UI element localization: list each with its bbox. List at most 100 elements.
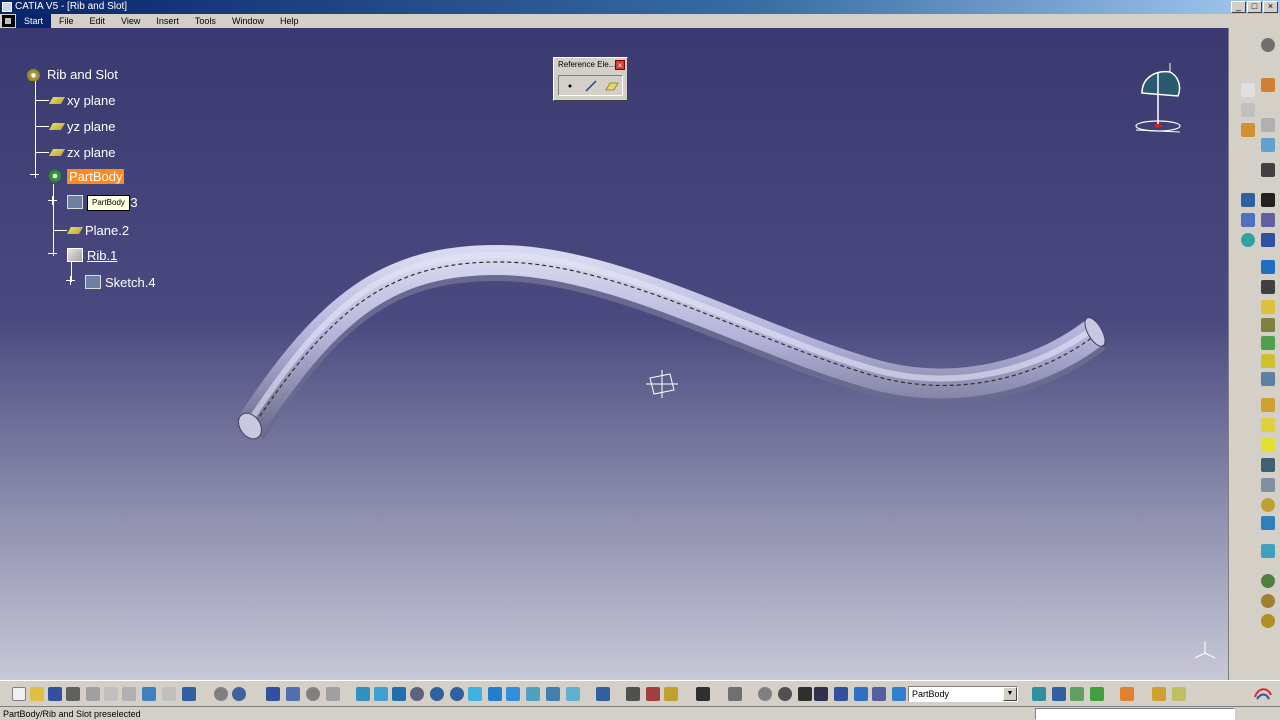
plane-tool-button[interactable]	[604, 78, 620, 94]
fly-mode-icon[interactable]	[356, 687, 370, 701]
save-icon[interactable]	[48, 687, 62, 701]
sketcher-icon[interactable]	[1261, 138, 1275, 152]
zoom-in-icon[interactable]	[430, 687, 444, 701]
mirror-icon[interactable]	[1261, 544, 1275, 558]
menu-tools[interactable]: Tools	[187, 14, 224, 28]
pad-icon[interactable]	[1261, 260, 1275, 274]
reference-elements-toolbar[interactable]: Reference Ele... ×	[553, 57, 628, 101]
transform-icon[interactable]	[1261, 614, 1275, 628]
tree-root-node[interactable]: Rib and Slot	[27, 65, 118, 83]
analyze-icon[interactable]	[1261, 193, 1275, 207]
workbench-switch-icon[interactable]	[1172, 687, 1186, 701]
shaft-icon[interactable]	[1261, 300, 1275, 314]
normal-view-icon[interactable]	[468, 687, 482, 701]
surface-icon[interactable]	[1090, 687, 1104, 701]
pointer-icon[interactable]	[1261, 78, 1275, 92]
hide-show-icon[interactable]	[526, 687, 540, 701]
menu-insert[interactable]: Insert	[148, 14, 187, 28]
tree-item-yz-plane[interactable]: yz plane	[48, 117, 115, 135]
pocket-icon[interactable]	[1261, 280, 1275, 294]
minimize-button[interactable]: _	[1231, 1, 1246, 13]
reference-icon[interactable]	[1241, 83, 1255, 97]
draft-icon[interactable]	[1261, 438, 1275, 452]
rotate-icon[interactable]	[410, 687, 424, 701]
part-design-icon[interactable]	[1052, 687, 1066, 701]
snap-icon[interactable]	[1241, 233, 1255, 247]
paste-icon[interactable]	[122, 687, 136, 701]
partbody-collapse-toggle[interactable]	[30, 170, 39, 179]
iso-view-icon[interactable]	[488, 687, 502, 701]
constraint-icon[interactable]	[1261, 163, 1275, 177]
command-input[interactable]	[1035, 708, 1235, 720]
update-icon[interactable]	[596, 687, 610, 701]
shell-icon[interactable]	[1261, 458, 1275, 472]
assembly-icon[interactable]	[1152, 687, 1166, 701]
hole-icon[interactable]	[1261, 336, 1275, 350]
pattern-icon[interactable]	[1261, 574, 1275, 588]
settings-gear-icon[interactable]	[1261, 38, 1275, 52]
select-icon[interactable]	[854, 687, 868, 701]
plane-tool-icon[interactable]	[1241, 103, 1255, 117]
analysis-icon[interactable]	[758, 687, 772, 701]
thickness-icon[interactable]	[1261, 478, 1275, 492]
thread-icon[interactable]	[1261, 498, 1275, 512]
groove-icon[interactable]	[1261, 318, 1275, 332]
formula-icon[interactable]	[214, 687, 228, 701]
print-icon[interactable]	[66, 687, 80, 701]
redo-icon[interactable]	[162, 687, 176, 701]
open-icon[interactable]	[30, 687, 44, 701]
catia-logo-icon[interactable]	[1252, 683, 1274, 705]
tools-icon[interactable]	[834, 687, 848, 701]
menu-start[interactable]: Start	[16, 14, 52, 28]
tree-item-rib1[interactable]: Rib.1	[67, 246, 117, 264]
boolean-ops-icon[interactable]	[1070, 687, 1084, 701]
tree-item-sketch4[interactable]: Sketch.4	[85, 273, 156, 291]
menu-help[interactable]: Help	[272, 14, 307, 28]
menu-window[interactable]: Window	[224, 14, 272, 28]
constraint-bar-icon[interactable]	[626, 687, 640, 701]
tree-item-zx-plane[interactable]: zx plane	[48, 143, 115, 161]
chevron-down-icon[interactable]: ▼	[1003, 687, 1017, 701]
compass-icon[interactable]	[1130, 58, 1190, 138]
tree-item-partbody[interactable]: PartBody	[47, 167, 125, 185]
dimension-icon[interactable]	[798, 687, 812, 701]
maximize-button[interactable]: □	[1247, 1, 1262, 13]
body-icon[interactable]	[892, 687, 906, 701]
knowledge-icon[interactable]	[1120, 687, 1134, 701]
comment-icon[interactable]	[232, 687, 246, 701]
zoom-out-icon[interactable]	[450, 687, 464, 701]
3d-viewport[interactable]: Rib and Slot xy plane yz plane zx plane …	[0, 28, 1228, 680]
shading-icon[interactable]	[506, 687, 520, 701]
document-menu-icon[interactable]	[2, 15, 15, 27]
pan-icon[interactable]	[392, 687, 406, 701]
grid-icon[interactable]	[1241, 213, 1255, 227]
slot-icon[interactable]	[1261, 372, 1275, 386]
tree-item-plane2[interactable]: Plane.2	[66, 221, 129, 239]
axis-system-icon[interactable]	[728, 687, 742, 701]
point-analysis-icon[interactable]	[778, 687, 792, 701]
view-mode-icon[interactable]	[566, 687, 580, 701]
point-tool-button[interactable]	[562, 78, 578, 94]
sketch3-expand-toggle[interactable]	[48, 196, 57, 205]
sketch4-expand-toggle[interactable]	[66, 276, 75, 285]
scale-icon[interactable]	[1261, 594, 1275, 608]
whats-this-icon[interactable]	[182, 687, 196, 701]
menu-view[interactable]: View	[113, 14, 148, 28]
swap-space-icon[interactable]	[546, 687, 560, 701]
filter-icon[interactable]	[872, 687, 886, 701]
undo-icon[interactable]	[142, 687, 156, 701]
body-selector-dropdown[interactable]: PartBody ▼	[908, 686, 1018, 702]
catia-app-icon[interactable]	[2, 2, 12, 12]
close-button[interactable]: ×	[1263, 1, 1278, 13]
boolean-icon[interactable]	[1261, 233, 1275, 247]
fillet-icon[interactable]	[1261, 398, 1275, 412]
list-icon[interactable]	[326, 687, 340, 701]
table-icon[interactable]	[266, 687, 280, 701]
catalog-icon[interactable]	[286, 687, 300, 701]
cut-icon[interactable]	[86, 687, 100, 701]
tree-item-xy-plane[interactable]: xy plane	[48, 91, 115, 109]
split-icon[interactable]	[1261, 516, 1275, 530]
sketch-tool-icon[interactable]	[1261, 118, 1275, 132]
apply-material-icon[interactable]	[1261, 213, 1275, 227]
line-tool-button[interactable]	[583, 78, 599, 94]
